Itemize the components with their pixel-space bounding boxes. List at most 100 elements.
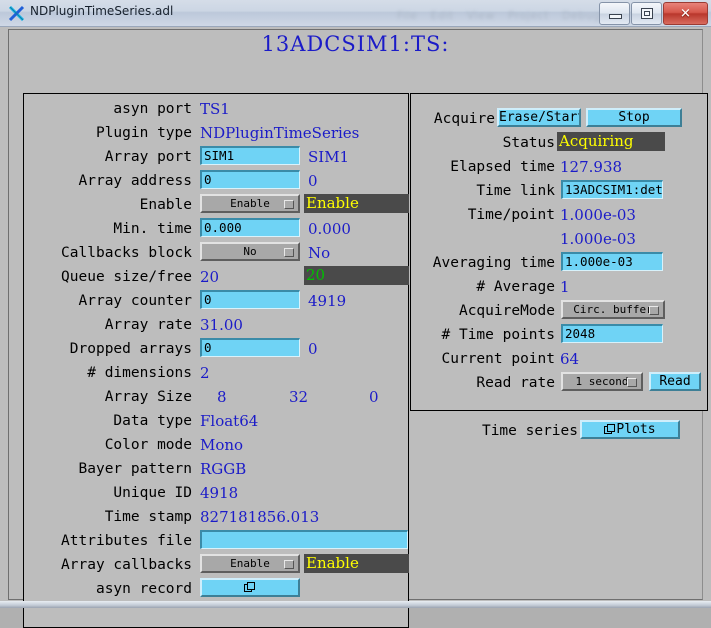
row-enable: Enable Enable Enable	[24, 194, 409, 216]
row-attributes-file: Attributes file	[24, 530, 408, 552]
value-array-rate: 31.00	[200, 316, 243, 334]
value-dropped-arrays: 0	[308, 340, 318, 358]
label-elapsed-time: Elapsed time	[450, 159, 555, 175]
label-acquire: Acquire	[433, 111, 495, 127]
dropped-arrays-input[interactable]: 0	[200, 338, 300, 357]
array-callbacks-option-value: Enable	[230, 557, 270, 570]
row-acquire: Acquire Erase/Start Stop	[411, 108, 707, 130]
row-callbacks-block: Callbacks block No No	[24, 242, 408, 264]
value-data-type: Float64	[200, 412, 259, 430]
value-num-average: 1	[560, 278, 570, 296]
row-status: Status Acquiring	[411, 132, 707, 154]
row-queue-size-free: Queue size/free 20 20	[24, 266, 409, 288]
enable-readback: Enable	[304, 194, 409, 213]
array-callbacks-option-menu[interactable]: Enable	[200, 554, 300, 573]
row-current-point: Current point 64	[411, 348, 707, 370]
time-series-plots-label: Plots	[616, 422, 656, 437]
time-series-plots-button[interactable]: Plots	[580, 420, 680, 439]
label-acquire-mode: AcquireMode	[458, 303, 555, 319]
row-dropped-arrays: Dropped arrays 0 0	[24, 338, 408, 360]
row-averaging-time: Averaging time 1.000e-03	[411, 252, 707, 274]
value-array-size-2: 0	[369, 388, 379, 406]
erase-start-button[interactable]: Erase/Start	[497, 108, 581, 127]
row-array-address: Array address 0 0	[24, 170, 408, 192]
row-min-time: Min. time 0.000 0.000	[24, 218, 408, 240]
value-plugin-type: NDPluginTimeSeries	[200, 124, 360, 142]
read-rate-option-value: 1 second	[575, 375, 629, 388]
array-address-input[interactable]: 0	[200, 170, 300, 189]
row-color-mode: Color mode Mono	[24, 434, 408, 456]
chevron-down-icon	[284, 560, 294, 569]
related-display-icon	[244, 582, 255, 592]
value-array-counter: 4919	[308, 292, 347, 310]
value-queue-size: 20	[200, 268, 220, 286]
time-link-input[interactable]: 13ADCSIM1:det1	[561, 180, 663, 199]
window-controls: ✕	[598, 2, 708, 25]
row-array-callbacks: Array callbacks Enable Enable	[24, 554, 409, 576]
acquisition-panel: Acquire Erase/Start Stop Status Acquirin…	[410, 93, 708, 411]
label-read-rate: Read rate	[476, 375, 555, 391]
read-rate-option-menu[interactable]: 1 second	[561, 372, 643, 391]
label-unique-id: Unique ID	[113, 485, 192, 501]
label-array-address: Array address	[78, 173, 193, 189]
row-elapsed-time: Elapsed time 127.938	[411, 156, 707, 178]
row-num-time-points: # Time points 2048	[411, 324, 707, 346]
label-time-link: Time link	[476, 183, 555, 199]
label-color-mode: Color mode	[104, 437, 192, 453]
enable-option-menu[interactable]: Enable	[200, 194, 300, 213]
stop-button[interactable]: Stop	[586, 108, 682, 127]
read-button[interactable]: Read	[649, 372, 701, 391]
callbacks-block-option-value: No	[243, 245, 257, 258]
row-array-counter: Array counter 0 4919	[24, 290, 408, 312]
row-num-dimensions: # dimensions 2	[24, 362, 408, 384]
ghost-menu-edit: Edit	[430, 9, 454, 22]
num-time-points-input[interactable]: 2048	[561, 324, 663, 343]
close-button[interactable]: ✕	[663, 2, 708, 25]
attributes-file-input[interactable]	[200, 530, 408, 549]
value-elapsed-time: 127.938	[560, 158, 623, 176]
chevron-down-icon	[627, 378, 637, 387]
enable-option-value: Enable	[230, 197, 270, 210]
label-bayer-pattern: Bayer pattern	[78, 461, 193, 477]
window-bottom-edge	[0, 601, 711, 608]
row-read-rate: Read rate 1 second Read	[411, 372, 707, 394]
x-cross-icon	[8, 5, 25, 22]
plugin-info-panel: asyn port TS1 Plugin type NDPluginTimeSe…	[23, 93, 409, 628]
label-status: Status	[502, 135, 555, 151]
status-readback: Acquiring	[557, 132, 665, 151]
array-counter-input[interactable]: 0	[200, 290, 300, 309]
value-asyn-port: TS1	[200, 100, 230, 118]
label-queue-size-free: Queue size/free	[61, 269, 192, 285]
label-array-counter: Array counter	[78, 293, 193, 309]
callbacks-block-option-menu[interactable]: No	[200, 242, 300, 261]
medm-display-window: NDPluginTimeSeries.adl File Edit View Proje…	[0, 0, 711, 628]
value-array-size-0: 8	[217, 388, 227, 406]
acquire-mode-option-menu[interactable]: Circ. buffer	[561, 300, 665, 319]
array-port-input[interactable]: SIM1	[200, 146, 300, 165]
minimize-button[interactable]	[599, 2, 630, 25]
row-bayer-pattern: Bayer pattern RGGB	[24, 458, 408, 480]
window-titlebar: NDPluginTimeSeries.adl File Edit View Proje…	[0, 0, 711, 27]
ghost-menu-file: File	[397, 9, 418, 22]
label-time-series: Time series	[481, 423, 578, 439]
window-client-area: 13ADCSIM1:TS: asyn port TS1 Plugin type …	[0, 27, 711, 628]
maximize-button[interactable]	[631, 2, 662, 25]
chevron-down-icon	[284, 200, 294, 209]
min-time-input[interactable]: 0.000	[200, 218, 300, 237]
label-min-time: Min. time	[113, 221, 192, 237]
row-data-type: Data type Float64	[24, 410, 408, 432]
value-callbacks-block: No	[308, 244, 331, 262]
value-bayer-pattern: RGGB	[200, 460, 247, 478]
value-array-port: SIM1	[308, 148, 350, 166]
row-acquire-mode: AcquireMode Circ. buffer	[411, 300, 707, 322]
asyn-record-button[interactable]	[200, 578, 300, 597]
row-array-rate: Array rate 31.00	[24, 314, 408, 336]
averaging-time-input[interactable]: 1.000e-03	[561, 252, 663, 271]
label-array-port: Array port	[104, 149, 192, 165]
label-plugin-type: Plugin type	[95, 125, 192, 141]
row-array-port: Array port SIM1 SIM1	[24, 146, 408, 168]
value-min-time: 0.000	[308, 220, 351, 238]
chevron-down-icon	[649, 306, 659, 315]
minimize-icon	[609, 14, 622, 19]
row-time-stamp: Time stamp 827181856.013	[24, 506, 408, 528]
